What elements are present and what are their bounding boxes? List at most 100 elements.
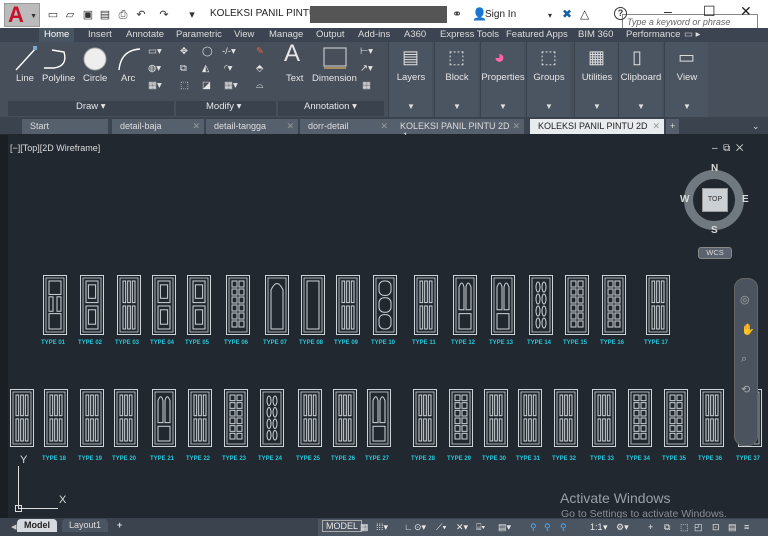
viewport-controls[interactable]: [−][Top][2D Wireframe]: [10, 143, 100, 153]
tab-view[interactable]: View: [234, 29, 254, 40]
copy-icon[interactable]: ⧉: [180, 63, 187, 74]
door-drawing[interactable]: [80, 275, 104, 340]
door-drawing[interactable]: [367, 389, 391, 452]
navigation-bar[interactable]: ◎ ✋ ⌕ ⟲: [734, 278, 758, 446]
chevron-down-icon[interactable]: ▼: [481, 102, 525, 111]
open-folder-icon[interactable]: ▱: [64, 9, 76, 21]
undo-icon[interactable]: ↶: [135, 9, 147, 21]
add-layout-button[interactable]: +: [110, 519, 129, 532]
tab-insert[interactable]: Insert: [88, 29, 112, 40]
door-drawing[interactable]: [664, 389, 688, 452]
menu-icon[interactable]: ≡: [744, 522, 749, 532]
tab-list-icon[interactable]: ⌄: [744, 119, 768, 134]
polyline-icon[interactable]: [42, 46, 70, 72]
door-drawing[interactable]: [152, 275, 176, 340]
door-drawing[interactable]: [484, 389, 508, 452]
help-icon[interactable]: ?: [614, 7, 627, 20]
file-tab[interactable]: detail-baja ✕: [112, 119, 204, 134]
door-drawing[interactable]: [114, 389, 138, 452]
door-drawing[interactable]: [44, 389, 68, 452]
binoculars-icon[interactable]: ⚭: [452, 7, 462, 21]
file-tab[interactable]: KOLEKSI PANIL PINTU 2D -1✕: [392, 119, 524, 141]
line-icon[interactable]: [14, 46, 38, 72]
ribbon-utilities-button[interactable]: ▦ Utilities ▼: [574, 42, 618, 117]
offset-icon[interactable]: ⌓: [256, 80, 264, 91]
maximize-icon[interactable]: ☐: [703, 3, 716, 20]
dimension-label[interactable]: Dimension: [312, 73, 357, 84]
door-drawing[interactable]: [491, 275, 515, 340]
circle-label[interactable]: Circle: [83, 73, 107, 84]
viewcube-top[interactable]: TOP: [702, 188, 728, 212]
object-snap-icon[interactable]: ⌸▾: [476, 522, 485, 533]
exchange-icon[interactable]: ✖: [562, 7, 572, 21]
workspace-gear-icon[interactable]: ⚙▾: [616, 522, 629, 533]
ribbon-overflow-icon[interactable]: ▭ ▸: [684, 29, 700, 40]
polar-icon[interactable]: ⊙▾: [414, 522, 426, 533]
door-drawing[interactable]: [226, 275, 250, 340]
door-drawing[interactable]: [449, 389, 473, 452]
door-drawing[interactable]: [301, 275, 325, 340]
door-drawing[interactable]: [373, 275, 397, 340]
door-drawing[interactable]: [224, 389, 248, 452]
isolate-objects-icon[interactable]: ⬚: [680, 522, 689, 533]
close-tab-icon[interactable]: ✕: [512, 121, 520, 132]
compass-south[interactable]: S: [711, 225, 718, 236]
compass-west[interactable]: W: [680, 194, 689, 205]
tab-output[interactable]: Output: [316, 29, 345, 40]
close-tab-icon[interactable]: ✕: [286, 121, 294, 132]
wcs-menu[interactable]: WCS: [698, 247, 732, 259]
customization-icon[interactable]: ▤: [728, 522, 737, 533]
tab-home[interactable]: Home: [39, 28, 75, 42]
door-drawing[interactable]: [414, 275, 438, 340]
text-icon[interactable]: A: [284, 40, 300, 68]
door-drawing[interactable]: [602, 275, 626, 340]
fillet-icon[interactable]: ◜▾: [224, 63, 232, 74]
ribbon-properties-button[interactable]: ◕ Properties ▼: [480, 42, 525, 117]
circle-icon[interactable]: [82, 46, 108, 72]
chevron-down-icon[interactable]: ▼: [435, 102, 479, 111]
multileader-icon[interactable]: ↗▾: [360, 63, 373, 74]
annotation-monitor-icon[interactable]: +: [648, 522, 653, 532]
door-drawing[interactable]: [80, 389, 104, 452]
object-snap-tracking-icon[interactable]: ✕▾: [456, 522, 468, 533]
annotation-panel-label[interactable]: Annotation ▾: [304, 101, 357, 112]
chevron-down-icon[interactable]: ▾: [548, 11, 552, 20]
door-drawing[interactable]: [187, 275, 211, 340]
tab-a360[interactable]: A360: [404, 29, 426, 40]
file-tab[interactable]: detail-tangga ✕: [206, 119, 298, 134]
tab-bim-360[interactable]: BIM 360: [578, 29, 613, 40]
trim-icon[interactable]: -/-▾: [222, 46, 236, 57]
sign-in-button[interactable]: Sign In: [485, 9, 516, 20]
gradient-icon[interactable]: ▦▾: [148, 80, 162, 91]
door-drawing[interactable]: [646, 275, 670, 340]
ribbon-layers-button[interactable]: ▤ Layers ▼: [388, 42, 432, 117]
print-icon[interactable]: ⎙: [117, 9, 129, 21]
array-icon[interactable]: ▦▾: [224, 80, 238, 91]
erase-icon[interactable]: ✎: [256, 46, 264, 57]
door-drawing[interactable]: [518, 389, 542, 452]
a360-icon[interactable]: △: [580, 7, 589, 21]
file-tab[interactable]: KOLEKSI PANIL PINTU 2D ✕: [530, 119, 664, 134]
door-drawing[interactable]: [188, 389, 212, 452]
lineweight-icon[interactable]: ▤▾: [498, 522, 511, 533]
arc-icon[interactable]: [116, 46, 142, 72]
annotation-scale-icon[interactable]: ⚲: [560, 522, 567, 533]
door-drawing[interactable]: [628, 389, 652, 452]
save-icon[interactable]: ▣: [82, 9, 94, 21]
close-tab-icon[interactable]: ✕: [192, 121, 200, 132]
stretch-icon[interactable]: ⬚: [180, 80, 189, 91]
layout1-tab[interactable]: Layout1: [62, 519, 109, 532]
door-drawing[interactable]: [333, 389, 357, 452]
modify-panel-label[interactable]: Modify ▾: [206, 101, 241, 112]
hardware-acceleration-icon[interactable]: ◰: [694, 522, 703, 533]
hatch-icon[interactable]: ◍▾: [148, 63, 161, 74]
door-drawing[interactable]: [700, 389, 724, 452]
chevron-down-icon[interactable]: ▼: [527, 102, 571, 111]
ortho-icon[interactable]: ∟: [404, 522, 413, 532]
leader-icon[interactable]: ⊢▾: [360, 46, 373, 57]
tab-parametric[interactable]: Parametric: [176, 29, 222, 40]
clean-screen-icon[interactable]: ⊡: [712, 522, 720, 533]
chevron-down-icon[interactable]: ▾: [603, 522, 608, 533]
zoom-extents-icon[interactable]: ⌕: [741, 353, 747, 366]
auto-scale-icon[interactable]: ⚲: [544, 522, 551, 533]
